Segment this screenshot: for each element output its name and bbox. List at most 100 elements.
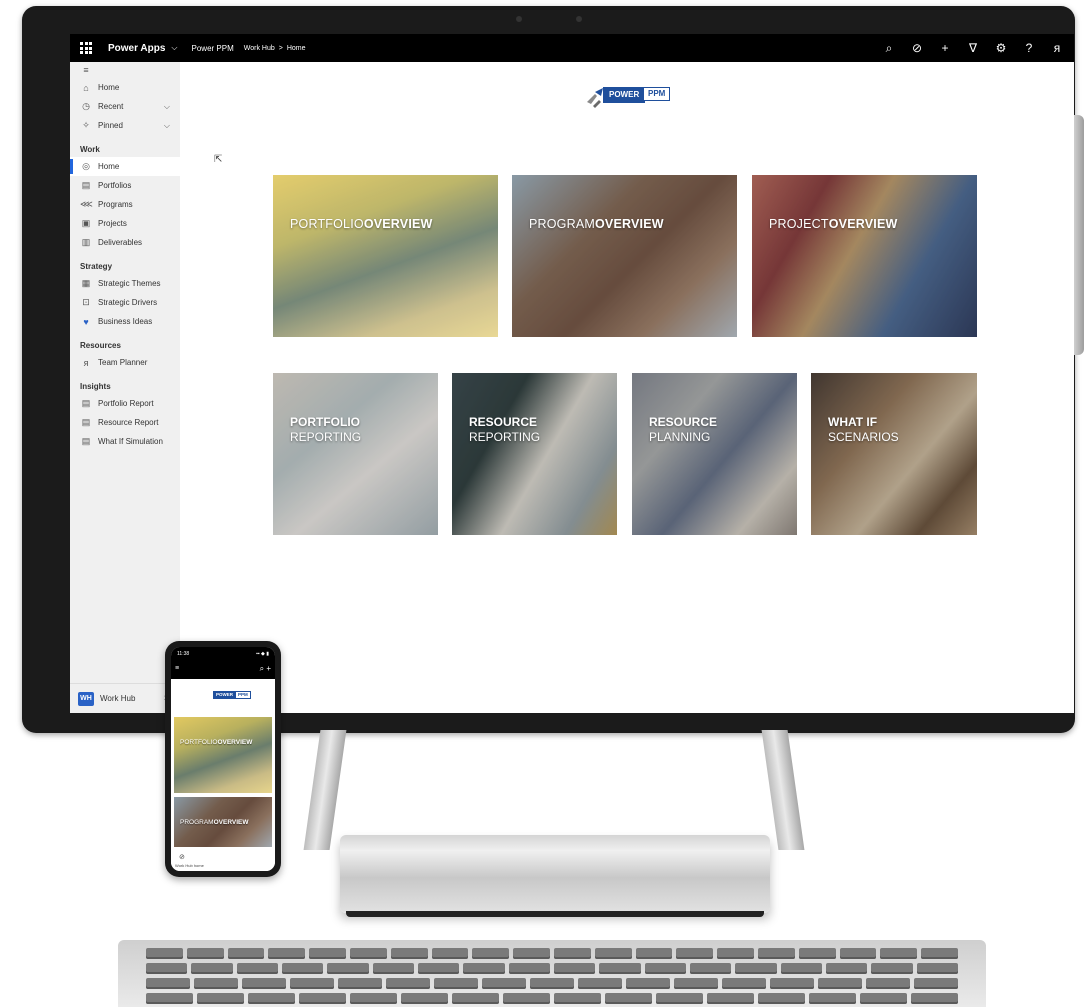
sidebar-item-deliverables[interactable]: ▥ Deliverables — [70, 233, 180, 252]
sidebar-item-label: Resource Report — [98, 418, 159, 427]
monitor-stand-arm — [761, 730, 805, 850]
user-icon[interactable]: ᴙ — [1050, 42, 1064, 54]
tile-portfolio-overview[interactable]: PORTFOLIOOVERVIEW — [273, 175, 498, 337]
search-icon[interactable]: ⌕ — [882, 42, 896, 54]
sidebar-item-label: Deliverables — [98, 238, 143, 247]
chevron-down-icon[interactable]: ⌵ — [164, 121, 170, 131]
phone-tile-program-overview[interactable]: PROGRAMOVERVIEW — [174, 797, 272, 847]
home-circle-icon: ◎ — [82, 161, 90, 171]
sidebar-item-label: Home — [98, 162, 120, 171]
tile-title: PROJECTOVERVIEW — [769, 217, 898, 231]
sidebar-item-label: Portfolio Report — [98, 399, 154, 408]
tile-title-line1: WHAT IF — [828, 415, 878, 429]
tile-title-line2: SCENARIOS — [828, 430, 899, 444]
sidebar-item-label: Programs — [98, 200, 133, 209]
sidebar-item-label: Recent — [98, 102, 124, 111]
report-icon: ▤ — [81, 436, 91, 446]
report-icon: ▤ — [81, 398, 91, 408]
sidebar-item-resource-report[interactable]: ▤ Resource Report — [70, 413, 180, 432]
hamburger-icon[interactable]: ≡ — [175, 665, 179, 672]
sidebar-item-pinned[interactable]: ✧ Pinned ⌵ — [70, 116, 180, 135]
app-name[interactable]: Power Apps — [108, 43, 165, 54]
sidebar-item-label: Business Ideas — [98, 317, 153, 326]
tile-title: PROGRAMOVERVIEW — [529, 217, 664, 231]
add-icon[interactable]: + — [938, 42, 952, 54]
person-icon: ᴙ — [83, 357, 89, 368]
power-ppm-logo: POWER PPM — [585, 84, 671, 110]
deliverable-icon: ▥ — [81, 237, 91, 247]
sidebar-item-programs[interactable]: ⋘ Programs — [70, 195, 180, 214]
keyboard — [118, 940, 986, 1007]
sidebar-item-team-planner[interactable]: ᴙ Team Planner — [70, 353, 180, 372]
app-screen: Power Apps ⌵ Power PPM Work Hub > Home ⌕… — [70, 34, 1074, 713]
logo-word-power: POWER — [603, 87, 646, 103]
phone-time: 11:38 — [177, 651, 190, 657]
sidebar-item-recent[interactable]: ◷ Recent ⌵ — [70, 97, 180, 116]
phone-footer: ⊘ Work Hub home — [171, 851, 275, 871]
phone-search-add-icons[interactable]: ⌕ + — [260, 664, 271, 674]
phone-tile-portfolio-overview[interactable]: PORTFOLIOOVERVIEW — [174, 717, 272, 793]
sidebar-group-resources: Resources — [80, 341, 121, 350]
breadcrumb-separator: > — [278, 44, 283, 52]
sidebar-item-portfolio-report[interactable]: ▤ Portfolio Report — [70, 394, 180, 413]
tile-title-line1: RESOURCE — [469, 415, 538, 429]
monitor-base — [340, 835, 770, 917]
tile-title-line1: PORTFOLIO — [290, 415, 360, 429]
sidebar-group-work: Work — [80, 145, 100, 154]
camera-dot — [516, 16, 522, 22]
main-content: POWER PPM ⇱ PORTFOLIOOVERVIEW PROGRAMOVE… — [180, 62, 1074, 713]
tile-resource-planning[interactable]: RESOURCE PLANNING — [632, 373, 797, 535]
tile-project-overview[interactable]: PROJECTOVERVIEW — [752, 175, 977, 337]
chevron-down-icon[interactable]: ⌵ — [164, 102, 170, 112]
help-icon[interactable]: ? — [1022, 42, 1036, 54]
tile-resource-reporting[interactable]: RESOURCE REPORTING — [452, 373, 617, 535]
task-icon[interactable]: ⊘ — [179, 853, 185, 861]
sidebar: ≡ ⌂ Home ◷ Recent ⌵ ✧ Pinned ⌵ Work ◎ Ho… — [70, 62, 180, 713]
app-link[interactable]: Power PPM — [192, 44, 234, 53]
tile-what-if-scenarios[interactable]: WHAT IF SCENARIOS — [811, 373, 977, 535]
sidebar-item-strategic-themes[interactable]: ▦ Strategic Themes — [70, 274, 180, 293]
filter-icon[interactable]: ∇ — [966, 42, 980, 54]
sidebar-item-portfolios[interactable]: ▤ Portfolios — [70, 176, 180, 195]
camera-dot — [576, 16, 582, 22]
theme-icon: ▦ — [81, 278, 91, 288]
logo-word-power: POWER — [213, 691, 237, 699]
tile-title-line2: REPORTING — [469, 430, 541, 444]
sidebar-item-business-ideas[interactable]: ♥ Business Ideas — [70, 312, 180, 331]
heart-icon: ♥ — [83, 316, 89, 327]
sidebar-item-what-if-simulation[interactable]: ▤ What If Simulation — [70, 432, 180, 451]
chevron-down-icon[interactable]: ⌵ — [171, 43, 177, 53]
tile-title: PORTFOLIOOVERVIEW — [290, 217, 433, 231]
power-ppm-logo: POWER PPM — [205, 691, 253, 705]
sidebar-group-insights: Insights — [80, 382, 111, 391]
top-bar-actions: ⌕ ⊘ + ∇ ⚙ ? ᴙ — [882, 42, 1064, 54]
sidebar-item-work-home[interactable]: ◎ Home — [70, 157, 180, 176]
home-icon: ⌂ — [83, 82, 89, 93]
tile-program-overview[interactable]: PROGRAMOVERVIEW — [512, 175, 737, 337]
app-launcher-icon[interactable] — [80, 42, 92, 54]
logo-word-ppm: PPM — [643, 87, 671, 101]
pin-icon: ✧ — [82, 120, 90, 130]
sidebar-item-strategic-drivers[interactable]: ⊡ Strategic Drivers — [70, 293, 180, 312]
sidebar-item-label: Team Planner — [98, 358, 148, 367]
monitor-frame: Power Apps ⌵ Power PPM Work Hub > Home ⌕… — [22, 6, 1075, 733]
settings-icon[interactable]: ⚙ — [994, 42, 1008, 54]
sidebar-item-home[interactable]: ⌂ Home — [70, 78, 180, 97]
area-badge: WH — [78, 691, 94, 706]
sidebar-item-label: Home — [98, 83, 120, 92]
sidebar-group-strategy: Strategy — [80, 262, 113, 271]
sidebar-item-label: What If Simulation — [98, 437, 163, 446]
area-switcher[interactable]: WH Work Hub ⇕ — [70, 683, 180, 713]
tile-title-line2: PLANNING — [649, 430, 711, 444]
top-bar: Power Apps ⌵ Power PPM Work Hub > Home ⌕… — [70, 34, 1074, 62]
breadcrumb-work-hub[interactable]: Work Hub — [244, 45, 275, 52]
driver-icon: ⊡ — [82, 297, 90, 307]
sidebar-item-projects[interactable]: ▣ Projects — [70, 214, 180, 233]
tile-title-line2: REPORTING — [290, 430, 362, 444]
tile-portfolio-reporting[interactable]: PORTFOLIO REPORTING — [273, 373, 438, 535]
monitor-stand-arm — [303, 730, 347, 850]
hamburger-icon[interactable]: ≡ — [70, 62, 180, 78]
phone-top-bar: 11:38 ▪▪ ◆ ▮ ≡ ⌕ + — [171, 647, 275, 679]
task-icon[interactable]: ⊘ — [910, 42, 924, 54]
sidebar-item-label: Portfolios — [98, 181, 132, 190]
